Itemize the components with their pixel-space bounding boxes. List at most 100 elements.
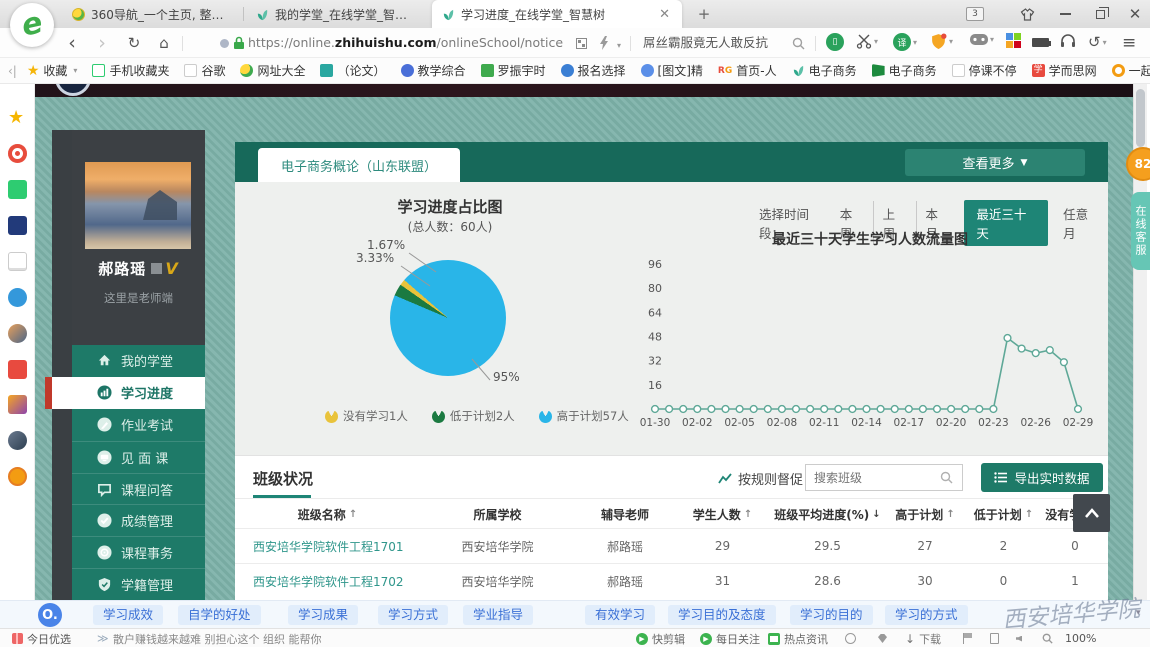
bookmark-signup[interactable]: 报名选择 — [561, 62, 626, 79]
app-icon-orange[interactable] — [8, 467, 27, 486]
bookmark-homepage[interactable]: RG首页-人 — [718, 62, 777, 79]
mail-app-icon[interactable] — [8, 180, 27, 199]
chat-app-icon[interactable] — [8, 288, 27, 307]
avatar-icon-2[interactable] — [8, 431, 27, 450]
class-link[interactable]: 西安培华学院软件工程1702 — [235, 573, 420, 590]
search-input[interactable] — [643, 34, 781, 49]
promote-by-rule-button[interactable]: 按规则督促 — [718, 469, 803, 488]
browser-logo-icon[interactable]: e — [10, 3, 54, 47]
new-tab-button[interactable]: + — [693, 4, 715, 24]
related-link[interactable]: 学习方式 — [378, 605, 448, 625]
col-above-plan[interactable]: 高于计划↑ — [885, 506, 965, 523]
minimize-button[interactable] — [1050, 0, 1080, 28]
screenshot-scissors-icon[interactable]: ▾ — [856, 33, 878, 49]
headphones-icon[interactable] — [1060, 33, 1076, 48]
news-ticker[interactable]: 散户赚钱越来越难 别担心这个 组织 能帮你 — [113, 629, 322, 647]
bookmark-site-directory[interactable]: 网址大全 — [240, 62, 305, 79]
bookmark-favorites[interactable]: ★收藏▾ — [27, 62, 78, 79]
pin-icon[interactable] — [878, 629, 887, 647]
browser-tab-1[interactable]: 360导航_一个主页, 整个世界 — [62, 0, 242, 28]
clipboard-icon[interactable] — [990, 629, 999, 647]
collapse-sidebar-icon[interactable]: ‹| — [8, 64, 17, 78]
bookmark-thesis[interactable]: （论文） — [320, 62, 385, 79]
daily-follow-tool[interactable]: ▶每日关注 — [700, 629, 760, 647]
zoom-level[interactable]: 100% — [1065, 629, 1096, 647]
browser-tab-3-active[interactable]: 学习进度_在线学堂_智慧树 ✕ — [432, 0, 682, 28]
flash-play-icon[interactable] — [598, 36, 610, 50]
sidebar-item-grades[interactable]: 成绩管理 — [72, 504, 205, 536]
app-icon-red[interactable] — [8, 360, 27, 379]
search-icon[interactable] — [792, 37, 805, 50]
sidebar-item-my-school[interactable]: 我的学堂 — [72, 345, 205, 377]
chevron-double-down-icon[interactable]: ≫ — [97, 629, 109, 647]
related-link[interactable]: 自学的好处 — [178, 605, 261, 625]
bookmark-class-suspend[interactable]: 停课不停 — [952, 62, 1017, 79]
reload-button[interactable]: ↻ — [122, 31, 146, 55]
bookmark-phone-favorites[interactable]: 手机收藏夹 — [92, 62, 169, 79]
back-button[interactable]: ‹ — [60, 31, 84, 55]
address-bar[interactable]: https://online.zhihuishu.com/onlineSchoo… — [248, 35, 563, 50]
class-link[interactable]: 西安培华学院软件工程1701 — [235, 538, 420, 555]
zoom-search-icon[interactable] — [1042, 629, 1053, 647]
apps-grid-icon[interactable] — [1006, 33, 1021, 48]
speed-icon[interactable] — [845, 629, 856, 647]
col-class-name[interactable]: 班级名称↑ — [235, 506, 420, 523]
course-tab[interactable]: 电子商务概论（山东联盟） — [258, 148, 460, 182]
undo-icon[interactable]: ↺▾ — [1088, 33, 1107, 51]
speaker-icon[interactable] — [1016, 629, 1022, 647]
sidebar-item-assignments-exams[interactable]: 作业考试 — [72, 409, 205, 441]
bookmark-ecommerce-2[interactable]: 电子商务 — [872, 62, 937, 79]
related-link[interactable]: 学习成效 — [93, 605, 163, 625]
tab-count-badge[interactable]: 3 — [966, 7, 984, 21]
bookmark-google[interactable]: 谷歌 — [184, 62, 225, 79]
col-below-plan[interactable]: 低于计划↑ — [965, 506, 1042, 523]
bookmark-ecommerce-1[interactable]: 电子商务 — [792, 62, 857, 79]
bookmark-yiqi-edu[interactable]: 一起教育 — [1112, 62, 1150, 79]
sidebar-item-roster[interactable]: 学籍管理 — [72, 568, 205, 600]
sidebar-item-course-qa[interactable]: 课程问答 — [72, 473, 205, 505]
related-link[interactable]: 学习目的及态度 — [668, 605, 776, 625]
related-link[interactable]: 学业指导 — [463, 605, 533, 625]
col-student-count[interactable]: 学生人数↑ — [675, 506, 770, 523]
bookmark-teaching[interactable]: 教学综合 — [401, 62, 466, 79]
search-icon[interactable] — [940, 471, 953, 484]
app-icon-navy[interactable] — [8, 216, 27, 235]
tab-close-icon[interactable]: ✕ — [657, 7, 672, 22]
menu-icon[interactable]: ≡ — [1122, 33, 1136, 53]
related-link[interactable]: 学习的方式 — [885, 605, 968, 625]
col-school[interactable]: 所属学校 — [420, 506, 575, 523]
view-more-button[interactable]: 查看更多▼ — [905, 149, 1085, 176]
translate-icon[interactable]: 译▾ — [893, 33, 917, 51]
bookmark-tuwen[interactable]: [图文]精 — [641, 62, 703, 79]
quick-clip-tool[interactable]: ▶快剪辑 — [636, 629, 685, 647]
sidebar-item-learning-progress[interactable]: 学习进度 — [45, 377, 205, 409]
favorites-star-icon[interactable]: ★ — [8, 108, 27, 127]
qr-code-icon[interactable] — [576, 38, 587, 49]
security-shield-icon[interactable]: ▾ — [930, 33, 953, 50]
scrollbar-thumb[interactable] — [1136, 89, 1145, 147]
close-button[interactable]: ✕ — [1120, 0, 1150, 28]
site-info-icon[interactable] — [220, 39, 229, 48]
restore-button[interactable] — [1085, 0, 1115, 28]
game-app-icon[interactable] — [8, 395, 27, 414]
flag-icon[interactable] — [963, 629, 972, 647]
forward-button[interactable]: › — [90, 31, 114, 55]
reading-mode-icon[interactable]: ▯ — [826, 33, 844, 51]
battery-icon[interactable] — [1032, 38, 1049, 47]
sidebar-item-course-affairs[interactable]: 课程事务 — [72, 536, 205, 568]
online-service-tab[interactable]: 在线客服 — [1131, 192, 1150, 270]
360-search-icon[interactable]: O. — [38, 603, 62, 627]
related-link[interactable]: 学习成果 — [288, 605, 358, 625]
chevron-down-icon[interactable]: ▾ — [617, 41, 621, 50]
skin-theme-icon[interactable] — [1012, 0, 1042, 28]
avatar-icon[interactable] — [8, 324, 27, 343]
col-avg-progress[interactable]: 班级平均进度(%)↓ — [770, 506, 885, 523]
class-search-input[interactable] — [806, 471, 932, 485]
sidebar-item-meeting-class[interactable]: 见 面 课 — [72, 441, 205, 473]
export-realtime-data-button[interactable]: 导出实时数据 — [981, 463, 1103, 492]
app-icon-red-ring[interactable] — [8, 144, 27, 163]
game-center-icon[interactable]: ▾ — [970, 33, 994, 46]
back-to-top-button[interactable] — [1073, 494, 1110, 532]
home-button[interactable]: ⌂ — [152, 31, 176, 55]
download-button[interactable]: ↓下载 — [905, 629, 941, 647]
